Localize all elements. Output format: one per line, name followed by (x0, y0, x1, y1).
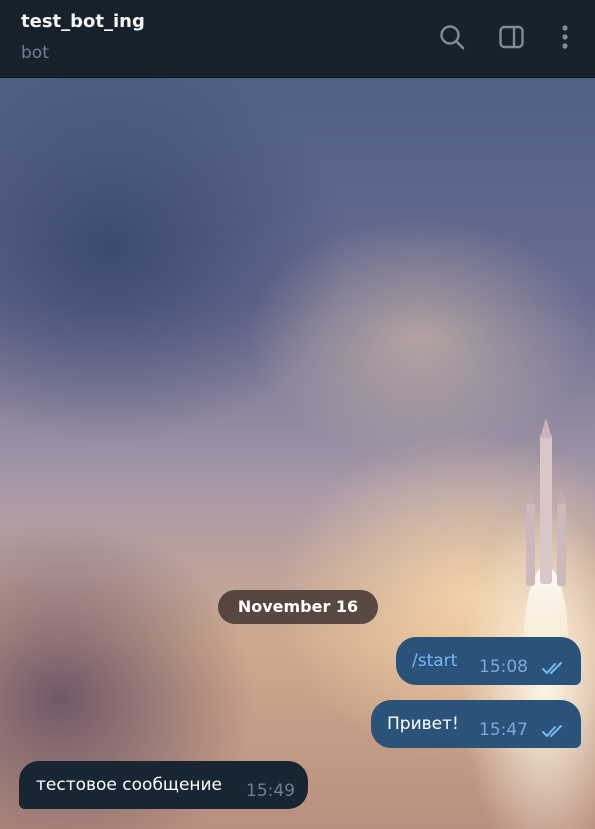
bot-command-link[interactable]: /start (412, 651, 457, 671)
message-time: 15:49 (246, 781, 295, 801)
message-time: 15:47 (479, 720, 528, 740)
message-outgoing[interactable]: /start 15:08 (396, 637, 581, 685)
message-text: Привет! (387, 714, 459, 734)
message-text: тестовое сообщение (36, 775, 223, 795)
more-options-icon[interactable] (550, 22, 580, 52)
read-checkmarks-icon (541, 724, 569, 738)
message-time: 15:08 (479, 657, 528, 677)
read-checkmarks-icon (541, 661, 569, 675)
sidebar-toggle-icon[interactable] (497, 22, 527, 52)
message-incoming[interactable]: тестовое сообщение 15:49 (19, 761, 308, 809)
chat-title[interactable]: test_bot_ing (21, 11, 145, 32)
date-separator: November 16 (218, 590, 378, 624)
chat-area[interactable]: November 16 /start 15:08 Привет! 15:47 т… (0, 78, 595, 829)
message-outgoing[interactable]: Привет! 15:47 (371, 700, 581, 748)
search-icon[interactable] (437, 22, 467, 52)
chat-header: test_bot_ing bot (0, 0, 595, 78)
chat-subtitle: bot (21, 43, 49, 63)
